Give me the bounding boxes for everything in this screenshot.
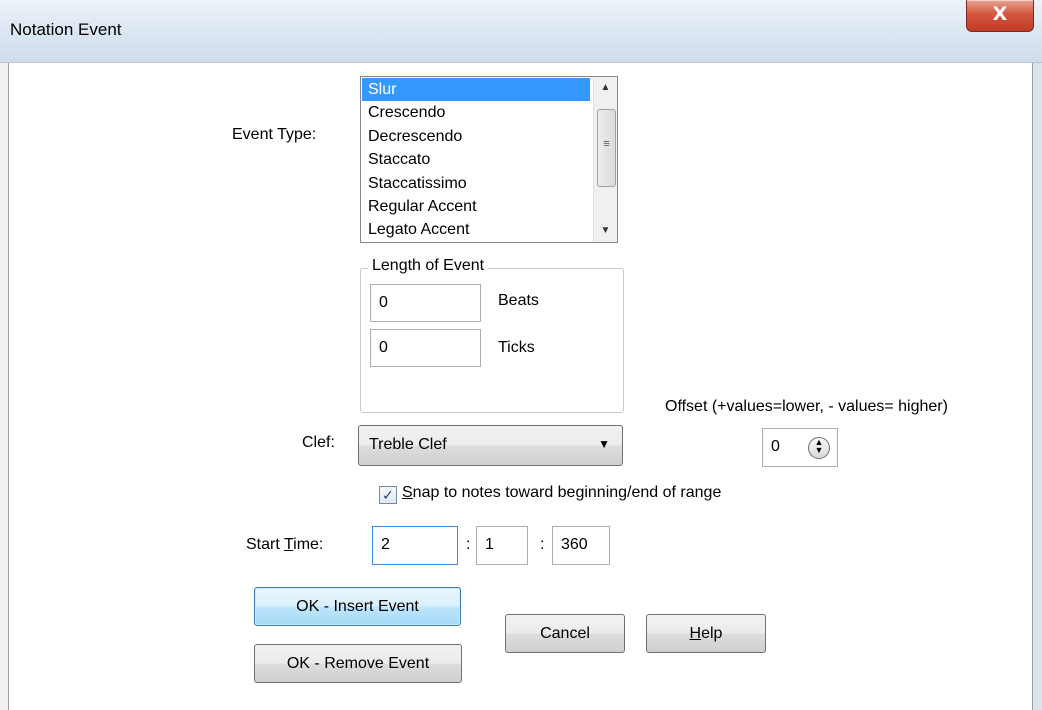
time-separator-1: : <box>466 536 471 553</box>
close-button[interactable]: X <box>966 0 1034 32</box>
window-left-border <box>0 63 9 710</box>
list-item[interactable]: Crescendo <box>362 101 590 124</box>
start-bar-input[interactable]: 2 <box>372 526 458 565</box>
cancel-button[interactable]: Cancel <box>505 614 625 653</box>
list-item[interactable]: Slur <box>362 78 590 102</box>
ticks-input[interactable]: 0 <box>370 329 481 367</box>
list-item[interactable]: Staccato <box>362 148 590 171</box>
ticks-label: Ticks <box>498 339 535 356</box>
scroll-up-arrow-icon[interactable]: ▲ <box>594 78 617 98</box>
list-item[interactable]: Regular Accent <box>362 195 590 218</box>
event-type-listbox[interactable]: Slur Crescendo Decrescendo Staccato Staccati… <box>360 76 618 243</box>
clef-dropdown[interactable]: Treble Clef ▼ <box>358 425 623 466</box>
close-icon: X <box>992 3 1008 25</box>
offset-value: 0 <box>771 438 780 455</box>
clef-label: Clef: <box>302 434 335 451</box>
time-separator-2: : <box>540 536 545 553</box>
event-type-items: Slur Crescendo Decrescendo Staccato Staccati… <box>362 78 590 242</box>
window-right-border <box>1032 63 1042 710</box>
list-item[interactable]: Staccatissimo <box>362 172 590 195</box>
window-title: Notation Event <box>10 20 122 39</box>
help-button[interactable]: Help <box>646 614 766 653</box>
grip-icon: ≡ <box>603 138 610 150</box>
ok-remove-event-button[interactable]: OK - Remove Event <box>254 644 462 683</box>
checkmark-icon: ✓ <box>382 487 394 503</box>
scroll-down-arrow-icon[interactable]: ▼ <box>594 221 617 241</box>
start-tick-input[interactable]: 360 <box>552 526 610 565</box>
chevron-down-icon: ▼ <box>598 437 610 451</box>
offset-label: Offset (+values=lower, - values= higher) <box>665 398 948 415</box>
start-time-label: Start Time: <box>246 536 324 553</box>
title-bar: Notation Event X <box>0 0 1042 63</box>
snap-label[interactable]: Snap to notes toward beginning/end of ra… <box>402 484 721 502</box>
ok-insert-event-button[interactable]: OK - Insert Event <box>254 587 461 626</box>
spin-up-down-icon[interactable]: ▲ ▼ <box>808 437 830 459</box>
scroll-thumb[interactable]: ≡ <box>597 109 616 187</box>
offset-spinner[interactable]: 0 ▲ ▼ <box>762 428 838 467</box>
notation-event-dialog: Notation Event X Event Type: Slur Crescen… <box>0 0 1042 710</box>
length-of-event-legend: Length of Event <box>368 257 489 275</box>
beats-label: Beats <box>498 292 539 309</box>
listbox-scrollbar[interactable]: ▲ ≡ ▼ <box>593 77 617 242</box>
clef-selected-value: Treble Clef <box>369 436 447 453</box>
snap-checkbox[interactable]: ✓ <box>379 486 397 504</box>
beats-input[interactable]: 0 <box>370 284 481 322</box>
list-item[interactable]: Decrescendo <box>362 125 590 148</box>
start-beat-input[interactable]: 1 <box>476 526 528 565</box>
list-item[interactable]: Legato Accent <box>362 218 590 241</box>
event-type-label: Event Type: <box>232 126 317 143</box>
